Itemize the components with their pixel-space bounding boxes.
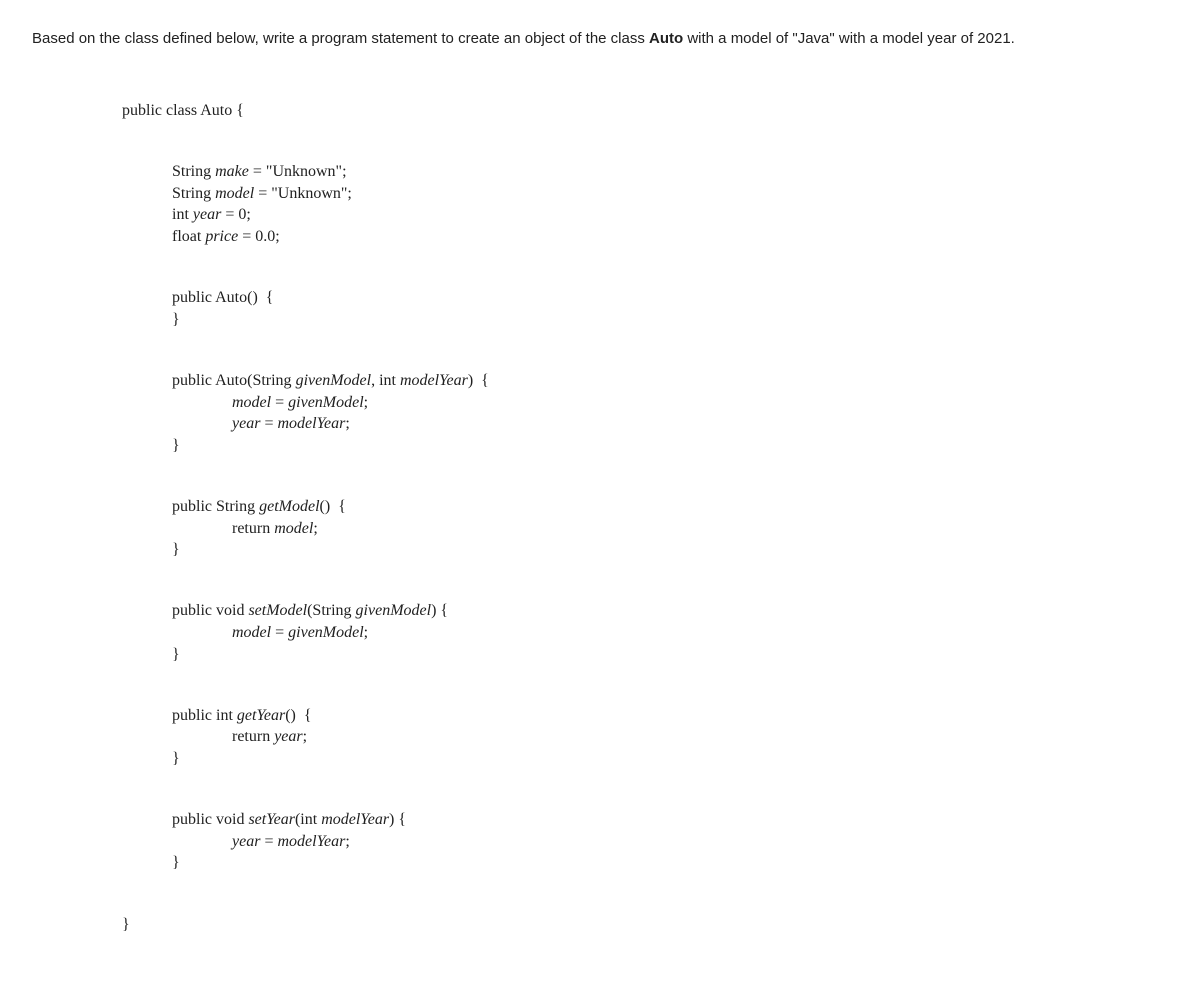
constructor-params: public Auto(String givenModel, int model… xyxy=(172,370,1168,456)
fields-block: String make = "Unknown"; String model = … xyxy=(172,161,1168,247)
method-setyear: public void setYear(int modelYear) { yea… xyxy=(172,809,1168,874)
class-declaration: public class Auto { xyxy=(122,100,1168,122)
question-text: Based on the class defined below, write … xyxy=(32,28,1168,51)
method-setmodel: public void setModel(String givenModel) … xyxy=(172,600,1168,665)
question-suffix: with a model of "Java" with a model year… xyxy=(683,30,1015,47)
method-getyear: public int getYear() { return year; } xyxy=(172,705,1168,770)
code-block: public class Auto { String make = "Unkno… xyxy=(122,79,1168,957)
class-close: } xyxy=(122,914,1168,936)
constructor-default: public Auto() { } xyxy=(172,287,1168,330)
question-bold: Auto xyxy=(649,30,683,47)
method-getmodel: public String getModel() { return model;… xyxy=(172,496,1168,561)
question-prefix: Based on the class defined below, write … xyxy=(32,30,649,47)
